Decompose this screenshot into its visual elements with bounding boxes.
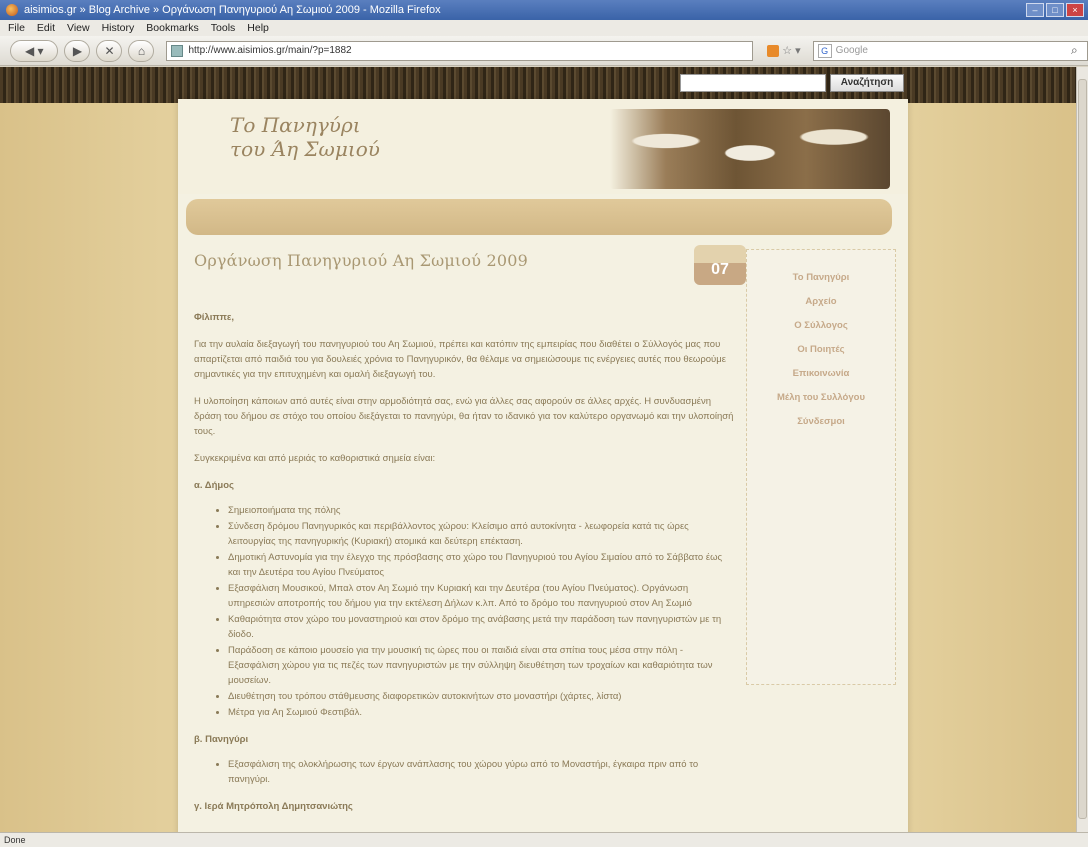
window-controls: – □ × (1026, 3, 1084, 17)
site-search: Αναζήτηση (680, 74, 904, 92)
firefox-icon (6, 4, 18, 16)
date-badge: 07 (694, 245, 746, 285)
sidebar-nav: Το Πανηγύρι Αρχείο Ο Σύλλογος Οι Ποιητές… (746, 249, 896, 685)
list-item: Εξασφάλιση Μουσικού, Μπαλ στον Αη Σωμιό … (228, 581, 734, 611)
forward-button[interactable]: ▶ (64, 39, 91, 62)
sidebar-item-contact[interactable]: Επικοινωνία (747, 368, 895, 379)
search-placeholder: Google (835, 45, 868, 56)
site-nav-strip (186, 199, 892, 235)
list-item: Παράδοση σε κάποιο μουσείο για την μουσι… (228, 643, 734, 688)
rss-feed-icon[interactable] (767, 44, 780, 57)
bullet-list-b: Εξασφάλιση της ολοκλήρωσης των έργων ανά… (228, 757, 734, 787)
bookmark-area: ☆ ▾ (767, 44, 801, 57)
blog-post: Οργάνωση Πανηγυριού Αη Σωμιού 2009 07 Φί… (194, 245, 746, 824)
sidebar-item-archive[interactable]: Αρχείο (747, 296, 895, 307)
section-heading-b: β. Πανηγύρι (194, 734, 249, 745)
post-paragraph: Συγκεκριμένα και από μεριάς το καθοριστι… (194, 453, 436, 464)
post-greeting: Φίλιππε, (194, 312, 235, 323)
header-photo (610, 109, 890, 189)
menu-history[interactable]: History (102, 22, 135, 34)
site-search-input[interactable] (680, 74, 826, 92)
post-title[interactable]: Οργάνωση Πανηγυριού Αη Σωμιού 2009 (194, 251, 734, 270)
sidebar-item-links[interactable]: Σύνδεσμοι (747, 416, 895, 427)
list-item: Σύνδεση δρόμου Πανηγυρικός και περιβάλλο… (228, 519, 734, 549)
list-item: Διευθέτηση του τρόπου στάθμευσης διαφορε… (228, 689, 734, 704)
list-item: Σημειοποιήματα της πόλης (228, 503, 734, 518)
bullet-list-a: Σημειοποιήματα της πόλης Σύνδεση δρόμου … (228, 503, 734, 720)
menu-view[interactable]: View (67, 22, 90, 34)
section-heading-c: γ. Ιερά Μητρόπολη Δημητσανιώτης (194, 801, 353, 812)
post-paragraph: Η υλοποίηση κάποιων από αυτές είναι στην… (194, 396, 734, 437)
sidebar-item-association[interactable]: Ο Σύλλογος (747, 320, 895, 331)
maximize-button[interactable]: □ (1046, 3, 1064, 17)
list-item: Καθαριότητα στον χώρο του μοναστηριού κα… (228, 612, 734, 642)
site-search-button[interactable]: Αναζήτηση (830, 74, 904, 92)
page-viewport: Αναζήτηση Το Πανηγύρι του Άη Σωμιού Οργά… (0, 67, 1076, 832)
vertical-scrollbar[interactable] (1076, 67, 1088, 832)
menu-edit[interactable]: Edit (37, 22, 55, 34)
site-header: Το Πανηγύρι του Άη Σωμιού (178, 99, 908, 194)
post-body: Φίλιππε, Για την αυλαία διεξαγωγή του πα… (194, 310, 734, 814)
scrollbar-thumb[interactable] (1078, 79, 1087, 819)
url-text: http://www.aisimios.gr/main/?p=1882 (188, 45, 352, 56)
post-paragraph: Για την αυλαία διεξαγωγή του πανηγυριού … (194, 339, 726, 380)
menu-bar: File Edit View History Bookmarks Tools H… (0, 20, 1088, 36)
list-item: Μέτρα για Αη Σωμιού Φεστιβάλ. (228, 705, 734, 720)
menu-tools[interactable]: Tools (211, 22, 236, 34)
menu-help[interactable]: Help (247, 22, 269, 34)
menu-file[interactable]: File (8, 22, 25, 34)
section-heading-a: α. Δήμος (194, 480, 234, 491)
site-icon (171, 44, 184, 57)
star-icon[interactable]: ☆ (782, 44, 792, 57)
status-bar: Done (0, 832, 1088, 847)
logo-line-2: του Άη Σωμιού (230, 137, 380, 161)
navigation-toolbar: ◀ ▾ ▶ ✕ ⌂ http://www.aisimios.gr/main/?p… (0, 36, 1088, 66)
sidebar-item-poets[interactable]: Οι Ποιητές (747, 344, 895, 355)
back-button[interactable]: ◀ ▾ (10, 39, 59, 62)
dropdown-arrow-icon[interactable]: ▾ (795, 44, 801, 57)
list-item: Εξασφάλιση της ολοκλήρωσης των έργων ανά… (228, 757, 734, 787)
logo-line-1: Το Πανηγύρι (230, 113, 361, 137)
sidebar-item-members[interactable]: Μέλη του Συλλόγου (747, 392, 895, 403)
close-button[interactable]: × (1066, 3, 1084, 17)
list-item: Δημοτική Αστυνομία για την έλεγχο της πρ… (228, 550, 734, 580)
minimize-button[interactable]: – (1026, 3, 1044, 17)
browser-search-box[interactable]: G Google ⌕ (812, 40, 1088, 61)
site-top-band (0, 67, 1076, 103)
url-bar[interactable]: http://www.aisimios.gr/main/?p=1882 (166, 40, 754, 61)
search-icon[interactable]: ⌕ (1071, 43, 1087, 58)
menu-bookmarks[interactable]: Bookmarks (146, 22, 199, 34)
window-titlebar: aisimios.gr » Blog Archive » Οργάνωση Πα… (0, 0, 1088, 20)
site-logo[interactable]: Το Πανηγύρι του Άη Σωμιού (230, 113, 380, 161)
google-icon[interactable]: G (817, 43, 832, 58)
page-container: Το Πανηγύρι του Άη Σωμιού Οργάνωση Πανηγ… (178, 99, 908, 832)
home-button[interactable]: ⌂ (128, 39, 155, 62)
sidebar-item-panigyri[interactable]: Το Πανηγύρι (747, 272, 895, 283)
stop-button[interactable]: ✕ (96, 39, 123, 62)
window-title: aisimios.gr » Blog Archive » Οργάνωση Πα… (24, 4, 441, 16)
